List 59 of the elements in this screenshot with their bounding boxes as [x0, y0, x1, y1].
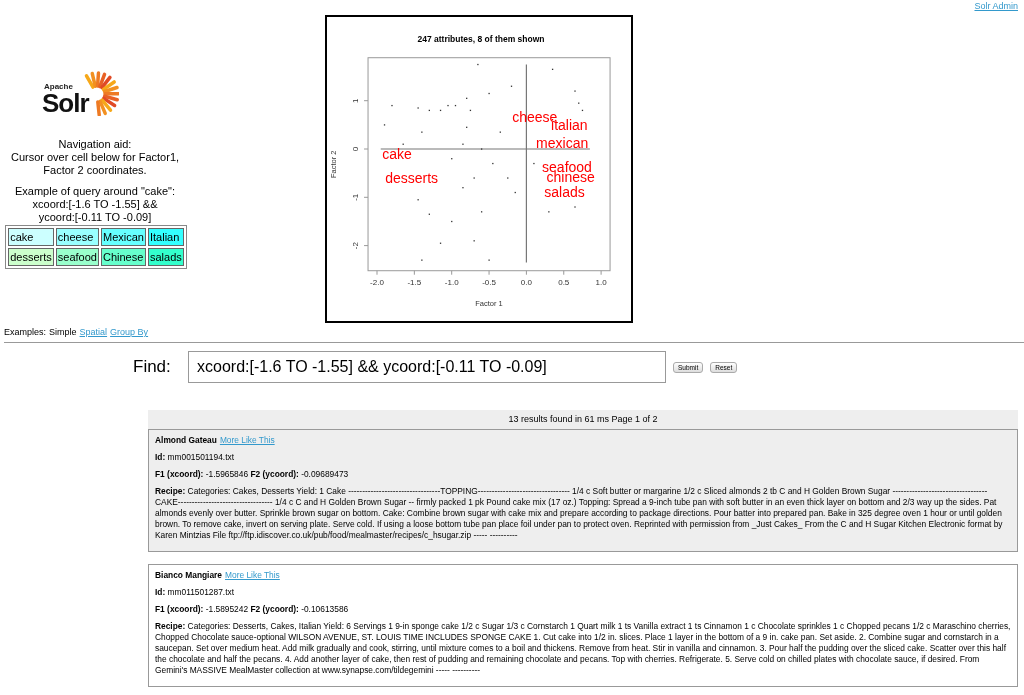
recipe-text: Recipe: Categories: Desserts, Cakes, Italian Yield: 6 Servings 1 9-in sponge cake 1/2 c Sugar 1/3 c Cornstarch 1 Quart milk 1 ts Vanilla extract 1 ts Cinnamon 1 c Chocolate sprinkles 1 c Chopped pecans 1/2 c Maraschino cherries, Chopped Chocolate sauce-optional WILSON AVENUE, ST. LOUIS TIME INCLUDES SPONGE CAKE 1. Cut cake into 1/2 in. slices. Place 1 layer in the bottom of a 9 in. cake pan. Set aside. 2. Combine sugar and cornstarch in a saucepan. Set over medium heat. Add milk gradually and cook, stirring, until mixture comes to a boil and thickens. Remove from heat. Stir in vanilla and cinnamon. 3. Pour half the pudding over the sliced cake. Scatter over this half the chocolate and half the pecans. 4. Add another layer of cake, then rest of pudding and remaining chocolate and pecans. Top with cherries. Refrigerate. 5. Serve cold on chilled plates with chocolate sauce, if desired. From Gemini's MASSIVE MealMaster collection at www.synapse.com/tildegemini ----- ----------	[155, 621, 1011, 676]
y-tick: -1	[351, 193, 369, 201]
examples-label: Examples:	[4, 327, 47, 337]
x-tick-label: -1.5	[407, 277, 422, 287]
x-tick: 0.0	[520, 270, 532, 287]
example-title: Example of query around "cake":	[13, 185, 177, 198]
data-point	[581, 109, 584, 112]
x-tick-label: -0.5	[482, 277, 497, 287]
x-tick-label: 1.0	[595, 277, 608, 287]
navigation-title: Navigation aid:	[57, 138, 133, 151]
navigation-cell[interactable]: Chinese	[101, 248, 146, 266]
find-label: Find:	[133, 357, 172, 377]
result-title: Almond Gateau	[155, 435, 217, 446]
data-point	[454, 104, 457, 107]
x-tick: 1.0	[595, 270, 607, 287]
y-tick: 0	[351, 146, 369, 152]
recipe-text: Recipe: Categories: Cakes, Desserts Yield: 1 Cake ---------------------------------TOPPING--------------------------------- 1/4 c Soft butter or margarine 1/2 c Sliced almonds 2 tb C and H Golden Brown Sugar ----------------------------------CAKE---------------------------------- 1/4 c C and H Golden Brown Sugar -- firmly packed 1 pk Pound cake mix (17 oz.) Topping: Spread a 9-inch tube pan with soft butter in an even thick layer on bottom and 2/3 way up the sides. Pat almonds evenly over butter. Sprinkle brown sugar on bottom. Cake: Combine brown sugar with cake mix and prepare according to package directions. Pour batter into prepared pan. Bake in 325 degree oven 1 hour or until golden brown. To remove cake, invert on serving plate. Serve cold. If using a loose bottom tube pan place foil under pan to protect oven. Reprinted with permission from _Just Cakes_ From the C and H Sugar Kitchen Electronic format by Karen Mintzias File ftp://ftp.idiscover.co.uk/pub/food/mealmaster/recipes/c_hsugar.zip ----- ----------	[155, 486, 1004, 541]
y-tick-label: -2	[351, 241, 361, 250]
navigation-cell[interactable]: desserts	[8, 248, 54, 266]
x-tick-label: 0.5	[558, 277, 570, 287]
x-tick: -0.5	[482, 270, 496, 287]
result-field: F1 (xcoord): -1.5895242 F2 (ycoord): -0.10613586	[155, 604, 1011, 615]
x-tick: -1.0	[444, 270, 459, 287]
x-tick-label: -2.0	[370, 277, 385, 287]
x-tick-label: -1.0	[444, 277, 460, 287]
logo-text: Solr	[42, 91, 89, 115]
x-tick: -1.5	[407, 270, 422, 287]
data-point	[439, 109, 442, 112]
result-field: Id: mm001501194.txt	[155, 452, 1011, 463]
y-tick-label: 0	[351, 146, 361, 152]
navigation-cell[interactable]: cake	[8, 228, 54, 246]
example-query: xcoord:[-1.6 TO -1.55] &&	[31, 198, 159, 211]
point-label: cake	[382, 145, 412, 162]
result-field: Id: mm011501287.txt	[155, 587, 1011, 598]
x-tick: -2.0	[370, 270, 384, 287]
x-tick: 0.5	[558, 270, 570, 287]
search-field[interactable]: xcoord:[-1.6 TO -1.55] && ycoord:[-0.11 TO -0.09]	[188, 351, 666, 383]
result-field: F1 (xcoord): -1.5965846 F2 (ycoord): -0.09689473	[155, 469, 1011, 480]
point-label: mexican	[536, 135, 589, 152]
results-summary: 13 results found in 61 ms Page 1 of 2	[148, 410, 1018, 429]
navigation-cell[interactable]: cheese	[55, 228, 99, 246]
point-label: salads	[544, 184, 585, 200]
result-title: Bianco Mangiare	[155, 570, 223, 581]
data-point	[469, 109, 472, 112]
navigation-cell[interactable]: seafood	[55, 248, 99, 266]
y-tick-label: 1	[351, 97, 361, 103]
navigation-cell[interactable]: Mexican	[101, 228, 146, 246]
logo-subtitle: Apache	[44, 82, 74, 91]
example-link[interactable]: Simple	[49, 327, 77, 337]
y-tick-label: -1	[351, 193, 361, 201]
navigation-hint: Cursor over cell below for Factor1, Factor 2 coordinates.	[10, 151, 180, 177]
y-tick: -2	[351, 242, 369, 250]
navigation-cell[interactable]: salads	[147, 248, 184, 266]
point-label: desserts	[385, 170, 439, 186]
navigation-cell[interactable]: Italian	[147, 228, 184, 246]
example-query: ycoord:[-0.11 TO -0.09]	[37, 211, 153, 224]
y-tick: 1	[351, 98, 369, 103]
chart-title: 247 attributes, 8 of them shown	[417, 34, 545, 44]
x-tick-label: 0.0	[520, 277, 533, 287]
